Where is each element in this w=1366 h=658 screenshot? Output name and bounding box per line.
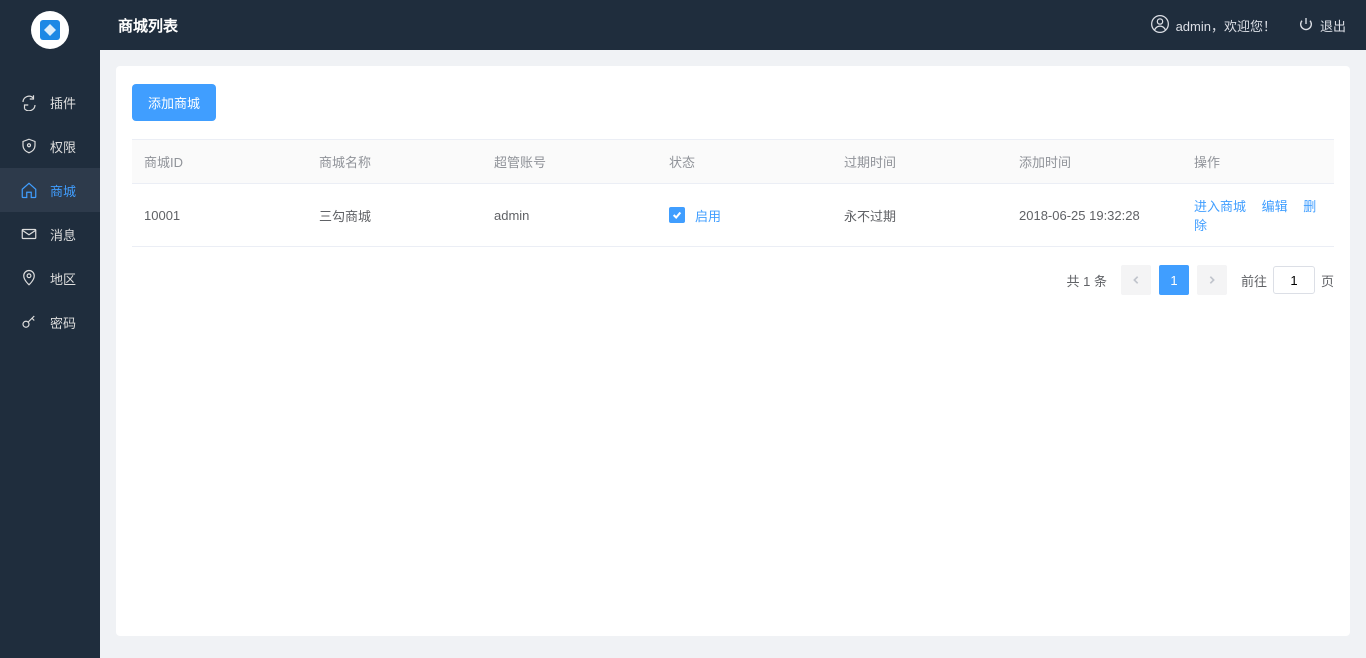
envelope-icon: [18, 225, 40, 243]
map-pin-icon: [18, 269, 40, 287]
sidebar-item-label: 商城: [50, 181, 76, 200]
total-count: 共 1 条: [1067, 271, 1107, 290]
cell-created: 2018-06-25 19:32:28: [1007, 184, 1182, 247]
sidebar: 插件 权限 商城 消息: [0, 0, 100, 658]
col-admin: 超管账号: [482, 140, 657, 184]
table-row: 10001 三勾商城 admin 启用: [132, 184, 1334, 247]
home-icon: [18, 181, 40, 199]
sidebar-item-region[interactable]: 地区: [0, 256, 100, 300]
header: 商城列表 admin，欢迎您！ 退出: [100, 0, 1366, 50]
edit-link[interactable]: 编辑: [1262, 199, 1288, 214]
sidebar-item-label: 消息: [50, 225, 76, 244]
content-card: 添加商城 商城ID 商城名称 超管账号 状态 过期时间 添加时间 操作: [116, 66, 1350, 636]
power-icon: [1298, 16, 1314, 35]
sidebar-item-plugins[interactable]: 插件: [0, 80, 100, 124]
cell-admin: admin: [482, 184, 657, 247]
prev-page-button[interactable]: [1121, 265, 1151, 295]
mall-table: 商城ID 商城名称 超管账号 状态 过期时间 添加时间 操作 10001 三勾商: [132, 139, 1334, 247]
col-ops: 操作: [1182, 140, 1334, 184]
logo[interactable]: [0, 0, 100, 60]
next-page-button[interactable]: [1197, 265, 1227, 295]
refresh-icon: [18, 93, 40, 111]
col-id: 商城ID: [132, 140, 307, 184]
page-title: 商城列表: [118, 15, 178, 36]
col-status: 状态: [657, 140, 832, 184]
sidebar-item-label: 权限: [50, 137, 76, 156]
user-greeting: admin，欢迎您！: [1176, 16, 1276, 35]
cell-name: 三勾商城: [307, 184, 482, 247]
sidebar-item-mall[interactable]: 商城: [0, 168, 100, 212]
sidebar-item-password[interactable]: 密码: [0, 300, 100, 344]
add-mall-button[interactable]: 添加商城: [132, 84, 216, 121]
cell-id: 10001: [132, 184, 307, 247]
sidebar-item-label: 插件: [50, 93, 76, 112]
sidebar-item-messages[interactable]: 消息: [0, 212, 100, 256]
shield-icon: [18, 137, 40, 155]
logout-label: 退出: [1320, 16, 1346, 35]
sidebar-item-label: 地区: [50, 269, 76, 288]
jump-suffix: 页: [1321, 271, 1334, 290]
enter-mall-link[interactable]: 进入商城: [1194, 199, 1246, 214]
user-icon: [1150, 14, 1170, 37]
jump-page-input[interactable]: [1273, 266, 1315, 294]
user-menu[interactable]: admin，欢迎您！: [1150, 14, 1276, 37]
sidebar-item-permissions[interactable]: 权限: [0, 124, 100, 168]
jump-prefix: 前往: [1241, 271, 1267, 290]
logout-button[interactable]: 退出: [1298, 16, 1346, 35]
pagination: 共 1 条 1 前往 页: [132, 265, 1334, 295]
sidebar-item-label: 密码: [50, 313, 76, 332]
col-created: 添加时间: [1007, 140, 1182, 184]
col-expire: 过期时间: [832, 140, 1007, 184]
col-name: 商城名称: [307, 140, 482, 184]
status-label: 启用: [695, 206, 721, 225]
status-checkbox[interactable]: [669, 207, 685, 223]
nav-menu: 插件 权限 商城 消息: [0, 80, 100, 344]
page-number-button[interactable]: 1: [1159, 265, 1189, 295]
logo-icon: [40, 20, 60, 40]
key-icon: [18, 313, 40, 331]
cell-expire: 永不过期: [832, 184, 1007, 247]
